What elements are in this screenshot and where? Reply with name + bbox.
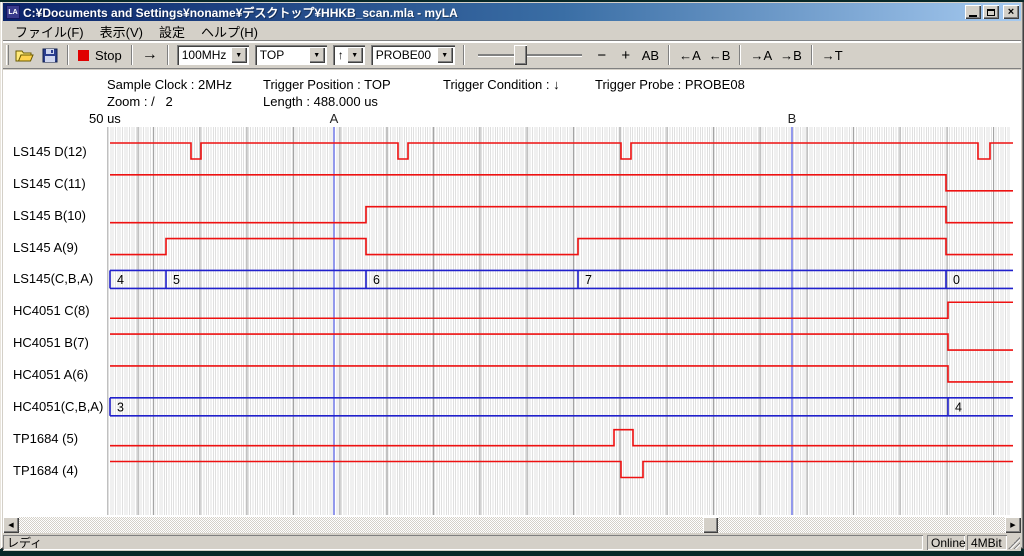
zoom-out-button[interactable]: − [590,44,614,66]
run-arrow-icon: → [142,46,158,64]
desktop-edge-bottom [0,551,1024,556]
app-window: LA C:¥Documents and Settings¥noname¥デスクト… [0,0,1024,549]
sample-clock-combo[interactable]: 100MHz ▼ [177,45,249,65]
online-status-badge: Online [927,535,965,550]
horizontal-scrollbar[interactable]: ◀ ▶ [3,517,1021,533]
toolbar: Stop → 100MHz ▼ TOP ▼ ↑ ▼ PROBE00 ▼ − + [3,42,1021,69]
trigger-position-combo[interactable]: TOP ▼ [255,45,327,65]
ab-range-button[interactable]: AB [638,44,663,66]
maximize-button[interactable] [983,5,999,19]
memory-size-badge: 4MBit [967,535,1007,550]
app-icon: LA [6,5,20,19]
trigger-probe-value: PROBE00 [376,48,431,62]
move-b-left-button[interactable]: ←B [705,44,735,66]
goto-a-button[interactable]: →A [746,44,776,66]
zoom-slider[interactable] [478,44,582,66]
dropdown-arrow-icon[interactable]: ▼ [437,47,453,63]
waveform-client-area: Sample Clock : 2MHz Trigger Position : T… [3,70,1021,517]
stop-button-label: Stop [95,48,122,63]
close-button[interactable]: × [1003,5,1019,19]
zoom-slider-thumb[interactable] [514,45,527,65]
desktop-edge-top [0,0,1024,2]
resize-grip[interactable] [1008,537,1020,549]
scroll-left-button[interactable]: ◀ [3,517,19,533]
minimize-button[interactable] [965,5,981,19]
goto-b-button[interactable]: →B [776,44,806,66]
scrollbar-thumb[interactable] [703,517,718,533]
menu-item[interactable]: ファイル(F) [7,20,92,43]
stop-button[interactable]: Stop [74,44,126,66]
window-title: C:¥Documents and Settings¥noname¥デスクトップ¥… [23,4,961,21]
trigger-probe-combo[interactable]: PROBE00 ▼ [371,45,455,65]
trigger-position-value: TOP [260,48,284,62]
dropdown-arrow-icon[interactable]: ▼ [347,47,363,63]
stop-square-icon [78,50,89,61]
trigger-edge-value: ↑ [338,48,344,62]
sample-clock-value: 100MHz [182,48,227,62]
status-message: レディ [3,535,923,550]
run-button[interactable]: → [138,44,162,66]
menubar: ファイル(F)表示(V)設定ヘルプ(H) [3,22,1021,41]
floppy-disk-icon [42,48,58,63]
menu-item[interactable]: 設定 [151,20,193,43]
titlebar: LA C:¥Documents and Settings¥noname¥デスクト… [3,3,1021,21]
marker-b-label: B [788,111,797,126]
move-a-left-button[interactable]: ←A [675,44,705,66]
marker-b-line[interactable] [791,127,793,515]
toolbar-grip[interactable] [6,45,9,65]
folder-open-icon [15,48,34,63]
save-button[interactable] [38,44,62,66]
marker-a-label: A [330,111,339,126]
menu-item[interactable]: 表示(V) [92,20,151,43]
goto-trigger-button[interactable]: →T [818,44,847,66]
trigger-edge-combo[interactable]: ↑ ▼ [333,45,365,65]
dropdown-arrow-icon[interactable]: ▼ [309,47,325,63]
dropdown-arrow-icon[interactable]: ▼ [231,47,247,63]
marker-a-line[interactable] [333,127,335,515]
scroll-right-button[interactable]: ▶ [1005,517,1021,533]
zoom-in-button[interactable]: + [614,44,638,66]
statusbar: レディ Online 4MBit [3,534,1021,551]
menu-item[interactable]: ヘルプ(H) [193,20,266,43]
zoom-slider-track[interactable] [478,54,582,56]
open-file-button[interactable] [11,44,38,66]
